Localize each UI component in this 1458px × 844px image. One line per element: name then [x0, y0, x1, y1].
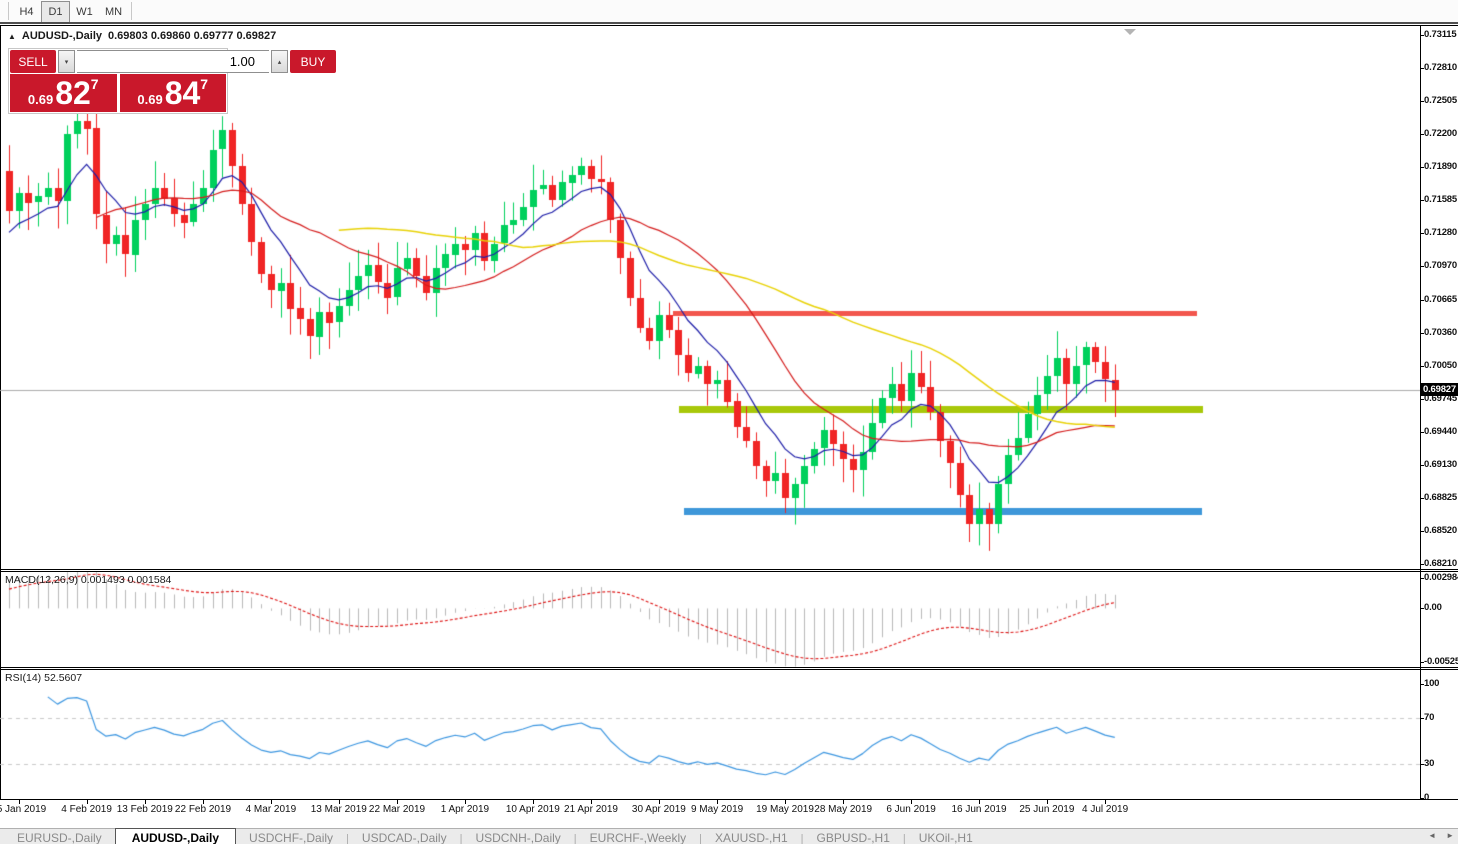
price-axis-label: 0.70360 — [1424, 327, 1457, 338]
tab-usdcnh[interactable]: USDCNH-,Daily — [462, 829, 573, 844]
trading-terminal: H4D1W1MN ▲ AUDUSD-,Daily 0.69803 0.69860… — [0, 0, 1458, 844]
date-label: 30 Apr 2019 — [632, 804, 686, 815]
sell-price-prefix: 0.69 — [28, 92, 53, 107]
price-axis-label: 0.73115 — [1424, 29, 1456, 40]
sell-price-pip: 7 — [91, 76, 99, 92]
date-label: 13 Feb 2019 — [117, 804, 173, 815]
price-axis-label: 0.68520 — [1424, 525, 1457, 536]
sell-button[interactable]: SELL — [10, 50, 56, 73]
price-axis-label: 0.70970 — [1424, 260, 1457, 271]
timeframe-button-mn[interactable]: MN — [99, 1, 128, 23]
date-label: 25 Jan 2019 — [0, 804, 46, 815]
macd-axis-label: 0.002984 — [1424, 572, 1458, 583]
pane-border — [0, 799, 1458, 800]
date-label: 9 May 2019 — [691, 804, 743, 815]
date-label: 4 Jul 2019 — [1082, 804, 1128, 815]
macd-indicator-canvas[interactable] — [0, 572, 1420, 667]
tabs-scroll-right-icon[interactable]: ► — [1446, 831, 1454, 840]
tab-eurusd[interactable]: EURUSD-,Daily — [4, 829, 115, 844]
date-label: 22 Feb 2019 — [175, 804, 231, 815]
price-axis-label: 0.72810 — [1424, 62, 1457, 73]
price-axis-label: 0.71585 — [1424, 194, 1457, 205]
price-axis-label: 0.72200 — [1424, 128, 1457, 139]
buy-price-main: 84 — [165, 76, 201, 110]
date-label: 4 Mar 2019 — [246, 804, 297, 815]
rsi-axis-label: 100 — [1424, 678, 1439, 689]
date-label: 16 Jun 2019 — [951, 804, 1006, 815]
tab-usdchf[interactable]: USDCHF-,Daily — [236, 829, 346, 844]
ohlc-values: 0.69803 0.69860 0.69777 0.69827 — [108, 30, 276, 42]
date-label: 22 Mar 2019 — [369, 804, 425, 815]
tab-audusd[interactable]: AUDUSD-,Daily — [115, 828, 236, 844]
rsi-axis-label: 70 — [1424, 712, 1434, 723]
timeframe-button-group: H4D1W1MN — [12, 0, 135, 22]
buy-price-display[interactable]: 0.69 84 7 — [120, 74, 227, 112]
tab-usdcad[interactable]: USDCAD-,Daily — [349, 829, 460, 844]
date-label: 13 Mar 2019 — [311, 804, 367, 815]
toolbar-divider — [8, 2, 9, 20]
date-label: 4 Feb 2019 — [61, 804, 112, 815]
sell-price-display[interactable]: 0.69 82 7 — [10, 74, 117, 112]
current-price-tag: 0.69827 — [1421, 383, 1458, 396]
date-label: 21 Apr 2019 — [564, 804, 618, 815]
chart-window: ▲ AUDUSD-,Daily 0.69803 0.69860 0.69777 … — [0, 22, 1458, 844]
tab-gbpusd[interactable]: GBPUSD-,H1 — [804, 829, 903, 844]
tab-xauusd[interactable]: XAUUSD-,H1 — [702, 829, 801, 844]
tab-eurchf[interactable]: EURCHF-,Weekly — [577, 829, 699, 844]
sell-price-main: 82 — [55, 76, 91, 110]
price-axis-label: 0.68825 — [1424, 492, 1457, 503]
price-axis-label: 0.70050 — [1424, 360, 1457, 371]
pane-divider[interactable] — [0, 569, 1458, 570]
timeframe-button-w1[interactable]: W1 — [70, 1, 99, 23]
price-axis-label: 0.72505 — [1424, 95, 1457, 106]
macd-label: MACD(12,26,9) 0.001493 0.001584 — [5, 574, 171, 586]
price-axis-label: 0.70665 — [1424, 294, 1457, 305]
price-axis-line — [1420, 25, 1421, 799]
date-label: 25 Jun 2019 — [1019, 804, 1074, 815]
rsi-label: RSI(14) 52.5607 — [5, 672, 82, 684]
volume-input[interactable] — [77, 50, 269, 73]
volume-increase-button[interactable]: ▴ — [271, 50, 288, 73]
date-label: 10 Apr 2019 — [506, 804, 560, 815]
tabs-scroll-left-icon[interactable]: ◄ — [1428, 831, 1436, 840]
chart-scroll-marker-icon[interactable] — [1124, 29, 1136, 35]
price-axis-label: 0.71280 — [1424, 227, 1457, 238]
date-label: 6 Jun 2019 — [886, 804, 936, 815]
timeframe-button-d1[interactable]: D1 — [41, 1, 70, 23]
timeframe-button-h4[interactable]: H4 — [12, 1, 41, 23]
volume-decrease-button[interactable]: ▾ — [58, 50, 75, 73]
timeframe-toolbar: H4D1W1MN — [0, 0, 1458, 23]
macd-axis-label: -0.005256 — [1424, 656, 1458, 667]
buy-button[interactable]: BUY — [290, 50, 336, 73]
pane-divider[interactable] — [0, 667, 1458, 668]
chart-header: ▲ AUDUSD-,Daily 0.69803 0.69860 0.69777 … — [8, 30, 276, 42]
date-label: 28 May 2019 — [814, 804, 872, 815]
buy-price-prefix: 0.69 — [137, 92, 162, 107]
tab-scroll-arrows: ◄ ► — [1428, 831, 1454, 840]
price-axis-label: 0.71890 — [1424, 161, 1457, 172]
buy-price-pip: 7 — [200, 76, 208, 92]
symbol-title: AUDUSD-,Daily — [22, 30, 102, 42]
rsi-indicator-canvas[interactable] — [0, 670, 1420, 799]
price-axis-label: 0.69440 — [1424, 426, 1457, 437]
price-axis-label: 0.68210 — [1424, 558, 1457, 569]
tab-ukoil[interactable]: UKOil-,H1 — [906, 829, 986, 844]
toolbar-divider — [131, 2, 132, 20]
rsi-axis-label: 30 — [1424, 758, 1434, 769]
date-label: 1 Apr 2019 — [441, 804, 489, 815]
collapse-triangle-icon[interactable]: ▲ — [8, 32, 16, 41]
date-label: 19 May 2019 — [756, 804, 814, 815]
one-click-trading-widget: SELL ▾ ▴ BUY 0.69 82 7 0.69 84 7 — [8, 48, 228, 114]
symbol-tab-bar: EURUSD-,DailyAUDUSD-,DailyUSDCHF-,Daily|… — [0, 828, 1458, 844]
macd-axis-label: 0.00 — [1424, 602, 1442, 613]
price-axis-label: 0.69130 — [1424, 459, 1457, 470]
rsi-axis-label: 0 — [1424, 792, 1429, 803]
